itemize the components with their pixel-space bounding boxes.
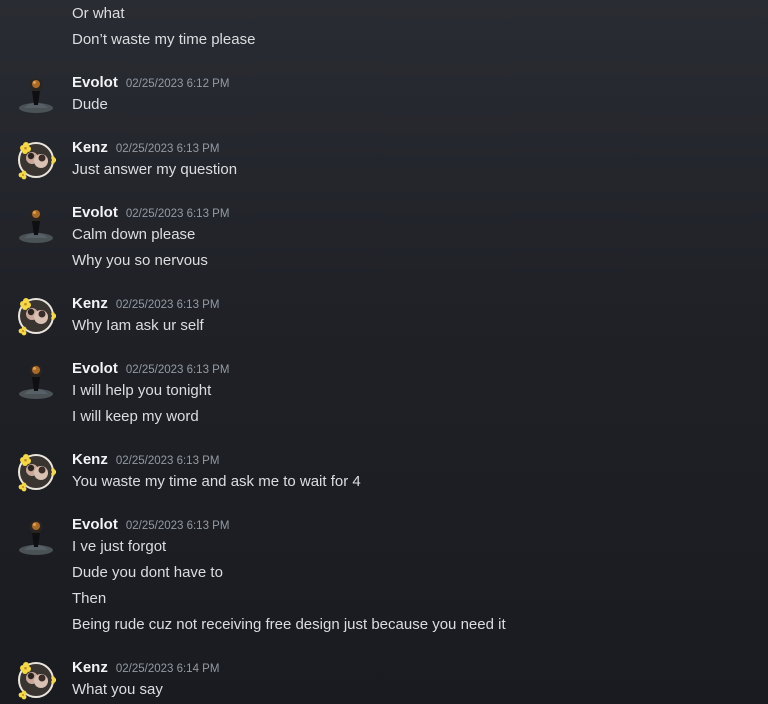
timestamp[interactable]: 02/25/2023 6:13 PM bbox=[126, 360, 230, 380]
username[interactable]: Kenz bbox=[72, 294, 108, 314]
message-line: Calm down please bbox=[72, 226, 196, 243]
message-header: Evolot 02/25/2023 6:13 PM bbox=[72, 359, 229, 379]
dark-figure-avatar-icon bbox=[19, 364, 53, 399]
username[interactable]: Evolot bbox=[72, 73, 118, 93]
message-line: I will help you tonight bbox=[72, 382, 212, 399]
username[interactable]: Kenz bbox=[72, 658, 108, 678]
username[interactable]: Evolot bbox=[72, 203, 118, 223]
message-line: Why you so nervous bbox=[72, 252, 208, 269]
message-header: Evolot 02/25/2023 6:13 PM bbox=[72, 515, 229, 535]
message-header: Evolot 02/25/2023 6:13 PM bbox=[72, 203, 229, 223]
timestamp[interactable]: 02/25/2023 6:13 PM bbox=[116, 451, 220, 471]
message-line: What you say bbox=[72, 681, 163, 698]
kenz-avatar[interactable] bbox=[16, 140, 56, 180]
flower-photo-avatar-icon bbox=[18, 662, 56, 700]
dark-figure-avatar-icon bbox=[19, 208, 53, 243]
message-line: You waste my time and ask me to wait for… bbox=[72, 473, 361, 490]
message-line: Dude you dont have to bbox=[72, 564, 223, 581]
message-line: Or what bbox=[72, 5, 125, 22]
evolot-avatar[interactable] bbox=[16, 205, 56, 245]
message-line: Being rude cuz not receiving free design… bbox=[72, 616, 506, 633]
username[interactable]: Evolot bbox=[72, 515, 118, 535]
message-line: I will keep my word bbox=[72, 408, 199, 425]
flower-photo-avatar-icon bbox=[18, 142, 56, 180]
timestamp[interactable]: 02/25/2023 6:13 PM bbox=[126, 204, 230, 224]
evolot-avatar[interactable] bbox=[16, 75, 56, 115]
timestamp[interactable]: 02/25/2023 6:12 PM bbox=[126, 74, 230, 94]
message-header: Kenz 02/25/2023 6:13 PM bbox=[72, 294, 219, 314]
timestamp[interactable]: 02/25/2023 6:13 PM bbox=[116, 139, 220, 159]
timestamp[interactable]: 02/25/2023 6:13 PM bbox=[126, 516, 230, 536]
message-line: Then bbox=[72, 590, 107, 607]
kenz-avatar[interactable] bbox=[16, 296, 56, 336]
message-line: Just answer my question bbox=[72, 161, 238, 178]
message-header: Evolot 02/25/2023 6:12 PM bbox=[72, 73, 229, 93]
flower-photo-avatar-icon bbox=[18, 298, 56, 336]
message-line: Why Iam ask ur self bbox=[72, 317, 204, 334]
username[interactable]: Kenz bbox=[72, 450, 108, 470]
evolot-avatar[interactable] bbox=[16, 361, 56, 401]
kenz-avatar[interactable] bbox=[16, 452, 56, 492]
message-list: Or what Don’t waste my time please Evolo… bbox=[0, 0, 768, 704]
timestamp[interactable]: 02/25/2023 6:14 PM bbox=[116, 659, 220, 679]
evolot-avatar[interactable] bbox=[16, 517, 56, 557]
message-header: Kenz 02/25/2023 6:13 PM bbox=[72, 138, 219, 158]
message-header: Kenz 02/25/2023 6:13 PM bbox=[72, 450, 219, 470]
message-line: Dude bbox=[72, 96, 108, 113]
username[interactable]: Evolot bbox=[72, 359, 118, 379]
username[interactable]: Kenz bbox=[72, 138, 108, 158]
message-line: I ve just forgot bbox=[72, 538, 167, 555]
kenz-avatar[interactable] bbox=[16, 660, 56, 700]
message-header: Kenz 02/25/2023 6:14 PM bbox=[72, 658, 219, 678]
timestamp[interactable]: 02/25/2023 6:13 PM bbox=[116, 295, 220, 315]
dark-figure-avatar-icon bbox=[19, 78, 53, 113]
dark-figure-avatar-icon bbox=[19, 520, 53, 555]
message-line: Don’t waste my time please bbox=[72, 31, 256, 48]
flower-photo-avatar-icon bbox=[18, 454, 56, 492]
